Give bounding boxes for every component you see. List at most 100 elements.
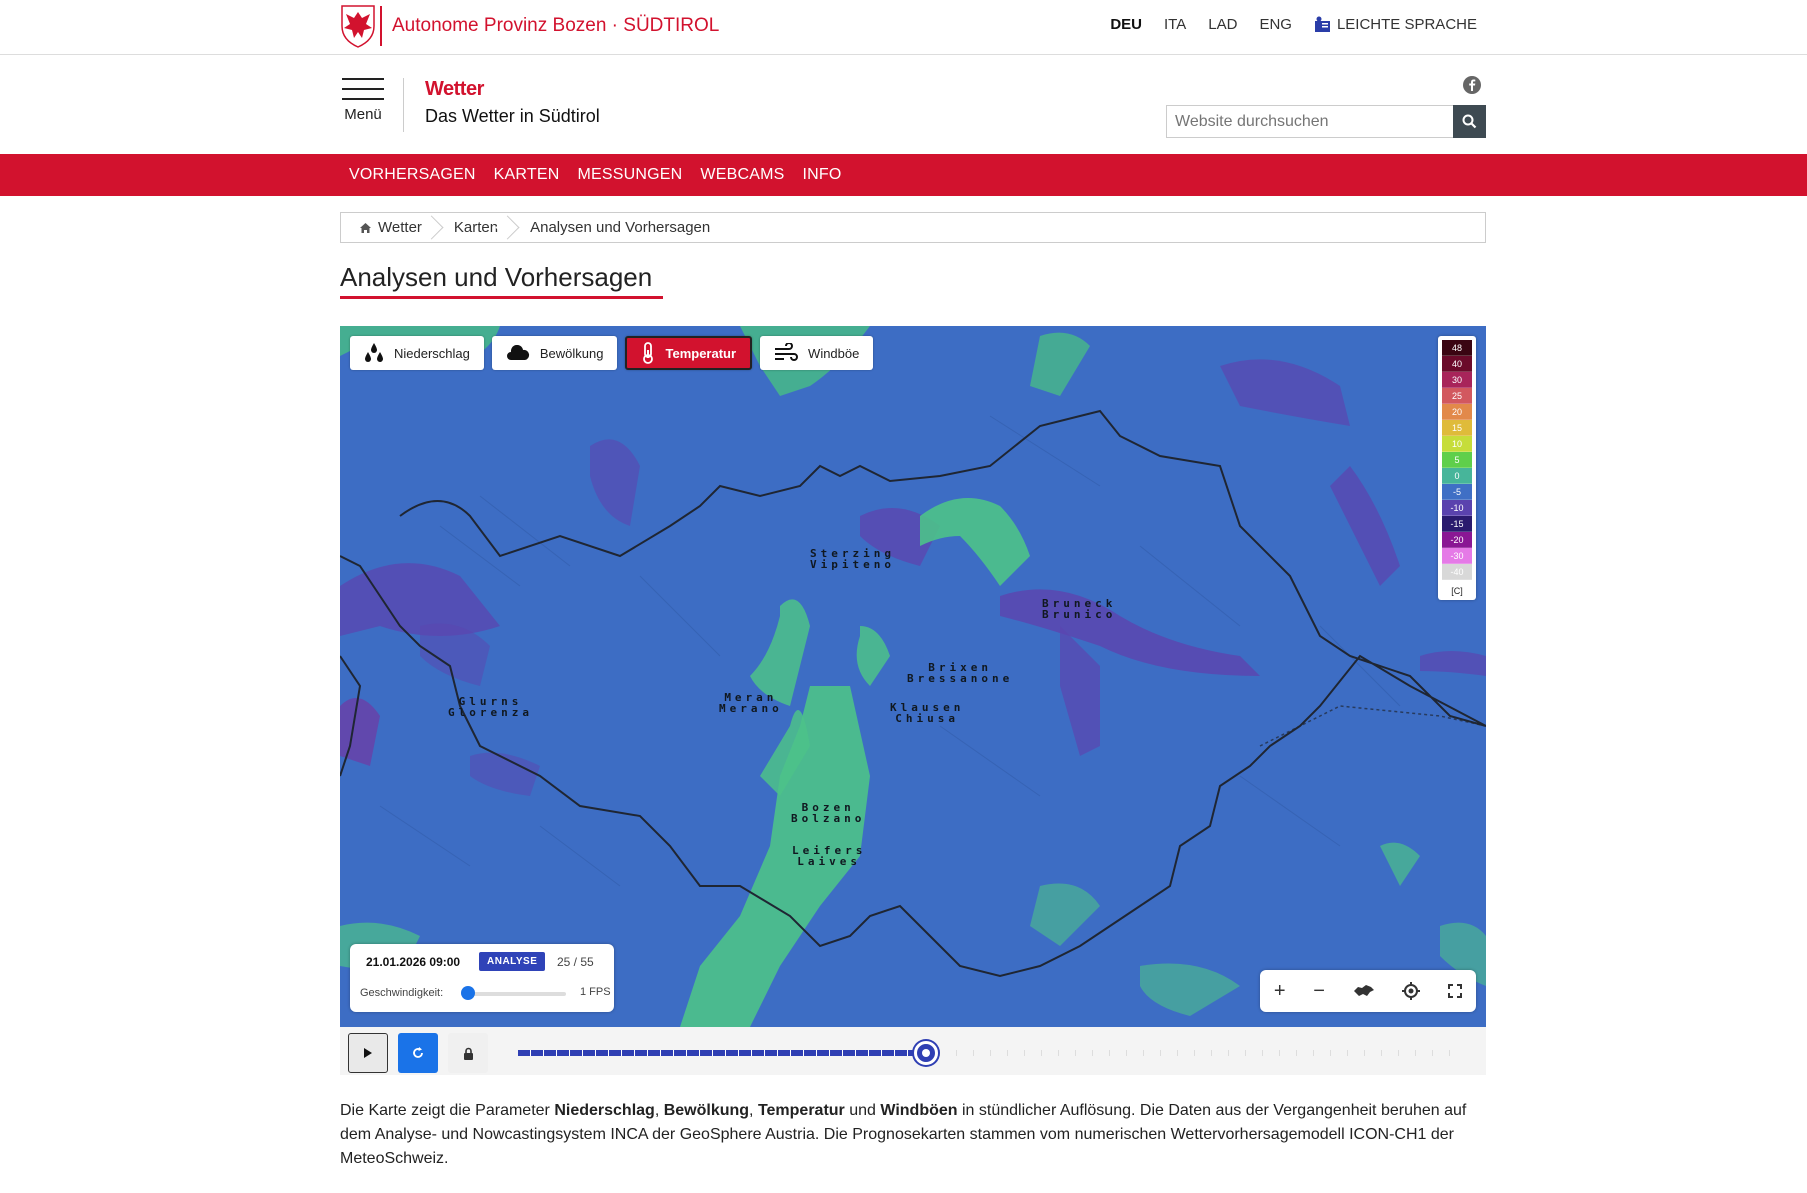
legend-unit: [C] [1451, 586, 1463, 596]
menu-button[interactable]: Menü [342, 78, 384, 123]
legend-step: 25 [1442, 388, 1472, 404]
breadcrumb-label: Wetter [378, 219, 422, 236]
thermometer-icon [643, 342, 654, 364]
province-extent-icon[interactable] [1353, 984, 1375, 998]
desc-bold: Windböen [880, 1102, 958, 1119]
home-icon [360, 222, 371, 233]
timeline-progress [518, 1050, 922, 1056]
layer-label: Temperatur [665, 345, 737, 361]
wind-icon [775, 343, 799, 361]
desc-bold: Bewölkung [663, 1102, 750, 1119]
legend-step: 10 [1442, 436, 1472, 452]
easy-language-link[interactable]: LEICHTE SPRACHE [1314, 16, 1477, 33]
layer-label: Windböe [808, 345, 860, 361]
lock-icon [463, 1047, 473, 1060]
legend-step: -15 [1442, 516, 1472, 532]
map-description: Die Karte zeigt die Parameter Niederschl… [340, 1099, 1480, 1171]
place-alt: Bressanone [907, 672, 1014, 685]
top-bar: Autonome Provinz Bozen · SÜDTIROL DEU IT… [0, 0, 1807, 55]
temperature-legend: 48 40 30 25 20 15 10 5 0 -5 -10 -15 -20 … [1438, 336, 1476, 600]
place-label-klausen: Klausen Chiusa [890, 702, 964, 724]
refresh-icon [413, 1047, 423, 1058]
main-nav: VORHERSAGEN KARTEN MESSUNGEN WEBCAMS INF… [0, 154, 1807, 196]
nav-item-vorhersagen[interactable]: VORHERSAGEN [340, 166, 485, 184]
legend-step: 5 [1442, 452, 1472, 468]
lang-deu[interactable]: DEU [1110, 16, 1142, 33]
breadcrumb: Wetter Karten Analysen und Vorhersagen [340, 212, 1486, 243]
layer-button-bewoelkung[interactable]: Bewölkung [491, 336, 618, 370]
breadcrumb-item-karten[interactable]: Karten [434, 213, 510, 242]
fps-label: 1 FPS [580, 986, 611, 998]
title-underline [340, 296, 663, 299]
place-alt: Merano [719, 702, 783, 715]
zoom-in-button[interactable]: + [1274, 980, 1286, 1003]
legend-step: -5 [1442, 484, 1472, 500]
nav-item-info[interactable]: INFO [794, 166, 851, 184]
layer-button-niederschlag[interactable]: Niederschlag [350, 336, 484, 370]
nav-item-messungen[interactable]: MESSUNGEN [568, 166, 691, 184]
time-info-panel: 21.01.2026 09:00 ANALYSE 25 / 55 Geschwi… [350, 944, 614, 1012]
site-title[interactable]: Wetter [425, 78, 484, 101]
layer-button-windboe[interactable]: Windböe [760, 336, 874, 370]
lang-eng[interactable]: ENG [1259, 16, 1292, 33]
coat-of-arms-logo [341, 5, 375, 48]
facebook-icon[interactable] [1463, 76, 1481, 94]
timeline-slider[interactable] [518, 1041, 1458, 1065]
place-label-sterzing: Sterzing Vipiteno [810, 548, 895, 570]
layer-label: Niederschlag [394, 345, 470, 361]
timeline-handle[interactable] [914, 1041, 938, 1065]
locate-icon[interactable] [1402, 982, 1421, 1000]
legend-step: 30 [1442, 372, 1472, 388]
datetime-label: 21.01.2026 09:00 [366, 955, 461, 969]
site-subtitle: Das Wetter in Südtirol [425, 106, 600, 126]
place-label-bruneck: Bruneck Brunico [1042, 598, 1116, 620]
analysis-badge: ANALYSE [479, 952, 546, 971]
legend-step: 48 [1442, 340, 1472, 356]
place-label-leifers: Leifers Laives [792, 845, 866, 867]
search-input[interactable] [1166, 105, 1453, 138]
brand-link[interactable]: Autonome Provinz Bozen · SÜDTIROL [340, 4, 719, 48]
fullscreen-icon[interactable] [1448, 984, 1463, 998]
place-label-bozen: Bozen Bolzano [791, 802, 865, 824]
legend-step: 0 [1442, 468, 1472, 484]
lang-lad[interactable]: LAD [1208, 16, 1237, 33]
legend-step: 15 [1442, 420, 1472, 436]
place-alt: Glorenza [448, 706, 533, 719]
legend-step: -20 [1442, 532, 1472, 548]
nav-item-webcams[interactable]: WEBCAMS [691, 166, 793, 184]
place-alt: Vipiteno [810, 558, 895, 571]
play-button[interactable] [348, 1033, 388, 1073]
header-divider [403, 78, 404, 132]
site-header: Menü Wetter Das Wetter in Südtirol [0, 56, 1807, 154]
place-alt: Laives [797, 855, 862, 868]
legend-step: -40 [1442, 564, 1472, 580]
weather-map[interactable]: Niederschlag Bewölkung Temperatur Windbö… [340, 326, 1486, 1027]
zoom-out-button[interactable]: − [1313, 980, 1325, 1003]
speed-slider-handle[interactable] [461, 986, 475, 1000]
layer-button-temperatur[interactable]: Temperatur [625, 336, 753, 370]
legend-step: 40 [1442, 356, 1472, 372]
lang-ita[interactable]: ITA [1164, 16, 1186, 33]
frame-counter: 25 / 55 [557, 955, 594, 969]
desc-text: und [844, 1102, 881, 1119]
timeline-remaining [922, 1050, 1458, 1056]
place-label-glurns: Glurns Glorenza [448, 696, 533, 718]
place-label-meran: Meran Merano [719, 692, 783, 714]
animation-player [340, 1027, 1486, 1075]
lock-button[interactable] [448, 1033, 488, 1073]
legend-step: 20 [1442, 404, 1472, 420]
layer-label: Bewölkung [539, 345, 604, 361]
raindrops-icon [365, 343, 383, 362]
search-button[interactable] [1453, 105, 1486, 138]
brand-separator [380, 6, 382, 46]
refresh-button[interactable] [398, 1033, 438, 1073]
nav-item-karten[interactable]: KARTEN [485, 166, 569, 184]
place-label-brixen: Brixen Bressanone [907, 662, 1013, 684]
search-form [1166, 105, 1486, 138]
breadcrumb-item-home[interactable]: Wetter [341, 213, 434, 242]
speed-slider-track[interactable] [466, 992, 566, 996]
play-icon [364, 1048, 372, 1058]
layer-selector: Niederschlag Bewölkung Temperatur Windbö… [350, 336, 874, 370]
hamburger-bar [342, 98, 384, 100]
easy-language-icon [1314, 16, 1330, 32]
